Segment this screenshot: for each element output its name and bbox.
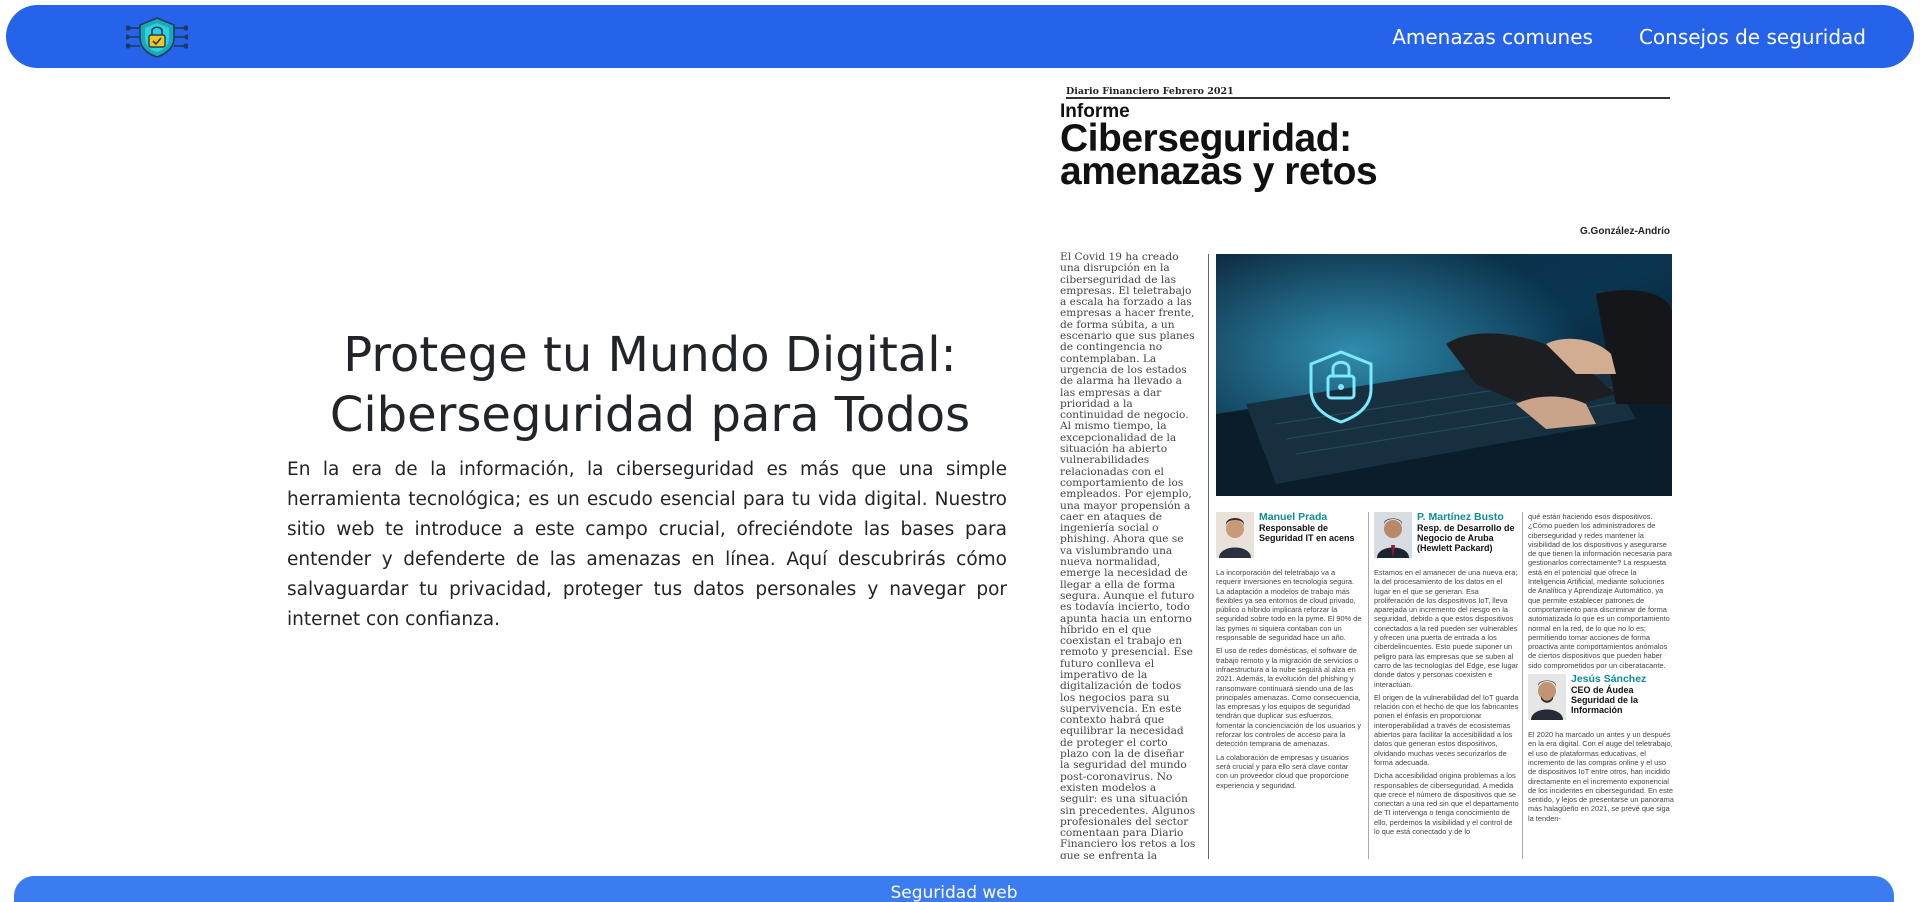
footer-label: Seguridad web [890, 883, 1018, 902]
article-intro-column: El Covid 19 ha creado una disrupción en … [1060, 251, 1196, 859]
laptop-padlock-photo [1216, 254, 1672, 496]
hero-title-line1: Protege tu Mundo Digital: [343, 327, 957, 383]
expert-profile: Jesús Sánchez CEO de Áudea Seguridad de … [1528, 673, 1674, 721]
expert-paragraph: Dicha accesibilidad origina problemas a … [1374, 771, 1519, 837]
expert-paragraph: qué están haciendo esos dispositivos. ¿C… [1528, 512, 1672, 670]
expert-paragraph: El uso de redes domésticas, el software … [1216, 646, 1362, 749]
expert-paragraph: El origen de la vulnerabilidad del IoT g… [1374, 692, 1519, 767]
avatar [1216, 512, 1254, 558]
expert-column: Manuel Prada Responsable de Seguridad IT… [1216, 512, 1362, 794]
expert-profile: P. Martínez Busto Resp. de Desarrollo de… [1374, 512, 1520, 558]
expert-role: Responsable de Seguridad IT en acens [1259, 523, 1355, 543]
nav-links: Amenazas comunes Consejos de seguridad [1392, 5, 1866, 68]
article-expert-columns: Manuel Prada Responsable de Seguridad IT… [1216, 512, 1674, 859]
divider [1066, 97, 1670, 99]
article-masthead: Diario Financiero Febrero 2021 [1066, 86, 1234, 97]
newspaper-article-image: Diario Financiero Febrero 2021 Informe C… [1058, 84, 1676, 859]
expert-paragraph: La incorporación del teletrabajo va a re… [1216, 568, 1362, 643]
article-byline: G.González-Andrío [1580, 226, 1670, 237]
expert-paragraph: El 2020 ha marcado un antes y un después… [1528, 730, 1674, 823]
expert-role: Resp. de Desarrollo de Negocio de Aruba … [1417, 523, 1515, 553]
article-headline: Ciberseguridad: amenazas y retos [1060, 119, 1560, 191]
nav-link-consejos[interactable]: Consejos de seguridad [1639, 25, 1866, 49]
hero-paragraph: En la era de la información, la ciberseg… [287, 459, 1007, 630]
expert-profile: Manuel Prada Responsable de Seguridad IT… [1216, 512, 1362, 558]
expert-name: P. Martínez Busto [1417, 511, 1504, 523]
expert-role: CEO de Áudea Seguridad de la Información [1571, 685, 1639, 716]
divider [1368, 512, 1369, 859]
divider [1522, 512, 1523, 859]
expert-paragraph: Estamos en el amanecer de una nueva era;… [1374, 568, 1519, 689]
nav-link-amenazas[interactable]: Amenazas comunes [1392, 25, 1593, 49]
expert-name: Jesús Sánchez [1571, 673, 1647, 686]
footer-bar: Seguridad web [14, 876, 1894, 902]
article-headline-line2: amenazas y retos [1060, 150, 1378, 193]
avatar [1374, 512, 1412, 558]
expert-name: Manuel Prada [1259, 511, 1328, 523]
hero-title: Protege tu Mundo Digital: Ciberseguridad… [285, 325, 1015, 445]
expert-paragraph: La colaboración de empresas y usuarios s… [1216, 752, 1349, 790]
shield-lock-icon[interactable] [124, 16, 190, 58]
avatar [1528, 674, 1566, 721]
expert-column: P. Martínez Busto Resp. de Desarrollo de… [1374, 512, 1520, 840]
expert-column: qué están haciendo esos dispositivos. ¿C… [1528, 512, 1674, 827]
divider [1208, 254, 1209, 859]
top-navbar: Amenazas comunes Consejos de seguridad [6, 5, 1914, 68]
hero-title-line2: Ciberseguridad para Todos [329, 387, 971, 443]
